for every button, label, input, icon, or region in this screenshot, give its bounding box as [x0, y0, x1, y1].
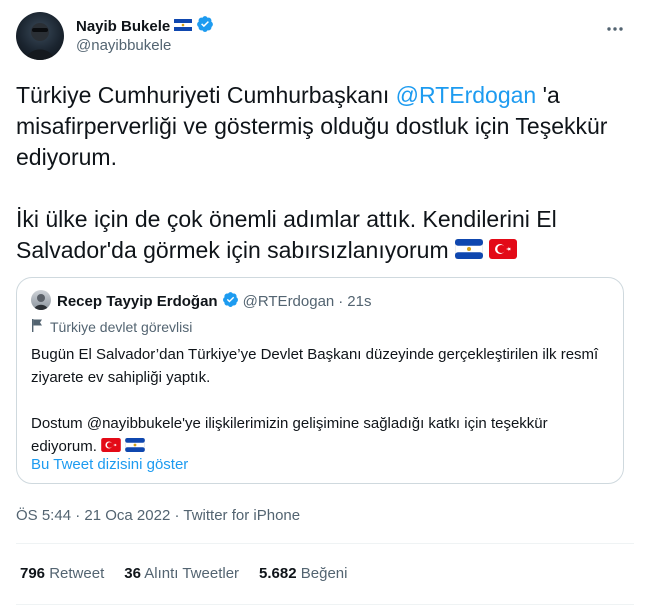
quoted-time[interactable]: 21s: [347, 293, 371, 310]
meta-separator: ·: [174, 507, 180, 524]
author-avatar[interactable]: [16, 12, 64, 60]
divider: [16, 604, 634, 605]
quoted-tweet-text: Bugün El Salvador’dan Türkiye’ye Devlet …: [31, 343, 611, 459]
quote-tweet-count-value: 36: [124, 565, 141, 582]
tweet-text: Türkiye Cumhuriyeti Cumhurbaşkanı @RTErd…: [16, 80, 626, 267]
meta-separator: ·: [75, 507, 81, 524]
quoted-paragraph-1: Bugün El Salvador’dan Türkiye’ye Devlet …: [31, 346, 599, 386]
quoted-author-name[interactable]: Recep Tayyip Erdoğan: [57, 293, 218, 310]
engagement-stats: 796 Retweet 36 Alıntı Tweetler 5.682 Beğ…: [20, 565, 347, 582]
tweet-paragraph-2: İki ülke için de çok önemli adımlar attı…: [16, 204, 626, 267]
tweet-date[interactable]: 21 Oca 2022: [84, 507, 170, 524]
quoted-paragraph-2: Dostum @nayibbukele'ye ilişkilerimizin g…: [31, 412, 611, 459]
author-handle[interactable]: @nayibbukele: [76, 37, 171, 54]
government-label[interactable]: Türkiye devlet görevlisi: [31, 318, 192, 335]
like-count-label: Beğeni: [300, 565, 348, 582]
show-thread-link[interactable]: Bu Tweet dizisini göster: [31, 456, 188, 473]
verified-badge-icon: [196, 15, 214, 38]
mention-link[interactable]: @RTErdogan: [396, 82, 537, 108]
government-flag-icon: [31, 318, 44, 335]
government-label-text: Türkiye devlet görevlisi: [50, 318, 193, 335]
quote-tweet-count-label: Alıntı Tweetler: [144, 565, 240, 582]
more-options-icon[interactable]: [600, 14, 630, 44]
tweet: Nayib Bukele @nayibbukele Türkiye Cumhur…: [0, 0, 650, 606]
quoted-author-avatar[interactable]: [31, 290, 51, 310]
el-salvador-flag-icon: [174, 18, 193, 36]
quoted-tweet-card[interactable]: Recep Tayyip Erdoğan @RTErdogan · 21s Tü…: [16, 277, 624, 484]
el-salvador-flag-icon: [455, 236, 484, 267]
author-display-name[interactable]: Nayib Bukele: [76, 18, 170, 35]
quoted-tweet-header: Recep Tayyip Erdoğan @RTErdogan · 21s: [57, 291, 371, 312]
like-count[interactable]: 5.682 Beğeni: [259, 565, 347, 582]
quoted-author-handle[interactable]: @RTErdogan: [243, 293, 335, 310]
tweet-meta-row: ÖS 5:44 · 21 Oca 2022 · Twitter for iPho…: [16, 507, 300, 524]
tweet-time[interactable]: ÖS 5:44: [16, 507, 71, 524]
turkey-flag-icon: [489, 236, 518, 267]
retweet-count-label: Retweet: [49, 565, 105, 582]
quoted-separator: ·: [338, 293, 344, 310]
retweet-count-value: 796: [20, 565, 46, 582]
divider: [16, 543, 634, 544]
tweet-paragraph-1: Türkiye Cumhuriyeti Cumhurbaşkanı @RTErd…: [16, 80, 626, 173]
tweet-source[interactable]: Twitter for iPhone: [183, 507, 300, 524]
quote-tweet-count[interactable]: 36 Alıntı Tweetler: [124, 565, 239, 582]
like-count-value: 5.682: [259, 565, 297, 582]
retweet-count[interactable]: 796 Retweet: [20, 565, 104, 582]
tweet-text-part-1: Türkiye Cumhuriyeti Cumhurbaşkanı: [16, 82, 396, 108]
verified-badge-icon: [222, 291, 239, 312]
author-name-row[interactable]: Nayib Bukele: [76, 15, 214, 38]
